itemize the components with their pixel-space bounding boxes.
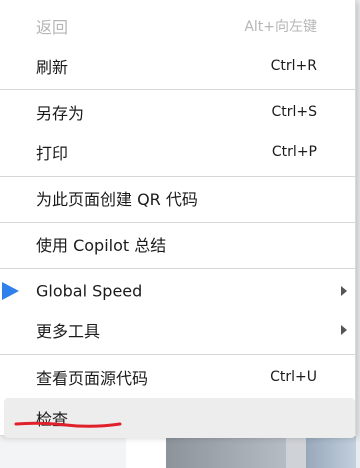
- menu-item-shortcut: Ctrl+S: [271, 104, 317, 120]
- background-image-bottom: [166, 438, 286, 468]
- menu-item-shortcut: Ctrl+P: [271, 144, 317, 160]
- menu-item-copilot-summarize[interactable]: 使用 Copilot 总结: [0, 224, 355, 264]
- menu-separator: [0, 222, 355, 223]
- submenu-arrow-icon: [341, 325, 347, 335]
- background-panel-bottom-mid: [126, 436, 166, 468]
- background-panel-bottom-left: [0, 436, 126, 468]
- menu-item-label: 另存为: [36, 104, 85, 123]
- background-image-bottom-right: [306, 438, 356, 468]
- menu-item-view-page-source[interactable]: 查看页面源代码 Ctrl+U: [0, 357, 355, 397]
- menu-separator: [0, 354, 355, 355]
- menu-item-refresh[interactable]: 刷新 Ctrl+R: [0, 46, 355, 86]
- menu-item-shortcut: Ctrl+U: [270, 369, 317, 385]
- menu-item-label: 刷新: [36, 58, 69, 77]
- menu-item-label: 为此页面创建 QR 代码: [36, 190, 198, 209]
- menu-item-save-as[interactable]: 另存为 Ctrl+S: [0, 92, 355, 132]
- menu-separator: [0, 89, 355, 90]
- menu-item-back[interactable]: 返回 Alt+向左键: [0, 6, 355, 46]
- menu-item-label: 使用 Copilot 总结: [36, 236, 167, 255]
- menu-item-label: 返回: [36, 18, 69, 37]
- menu-separator: [0, 176, 355, 177]
- menu-separator: [0, 268, 355, 269]
- menu-item-shortcut: Alt+向左键: [244, 19, 317, 35]
- context-menu: 返回 Alt+向左键 刷新 Ctrl+R 另存为 Ctrl+S 打印 Ctrl+…: [0, 0, 356, 438]
- menu-item-label: 查看页面源代码: [36, 369, 149, 388]
- global-speed-extension-icon: [2, 282, 19, 300]
- background-right-strip: [356, 0, 360, 468]
- submenu-arrow-icon: [341, 286, 347, 296]
- menu-item-print[interactable]: 打印 Ctrl+P: [0, 132, 355, 172]
- menu-item-shortcut: Ctrl+R: [270, 58, 317, 74]
- menu-item-create-qr-code[interactable]: 为此页面创建 QR 代码: [0, 178, 355, 218]
- menu-item-label: 打印: [36, 144, 69, 163]
- menu-item-inspect[interactable]: 检查: [4, 398, 355, 438]
- menu-item-label: Global Speed: [36, 281, 143, 301]
- menu-item-label: 检查: [36, 410, 69, 429]
- menu-item-more-tools[interactable]: 更多工具: [0, 310, 355, 350]
- menu-item-label: 更多工具: [36, 322, 101, 341]
- menu-item-global-speed[interactable]: Global Speed: [0, 271, 355, 311]
